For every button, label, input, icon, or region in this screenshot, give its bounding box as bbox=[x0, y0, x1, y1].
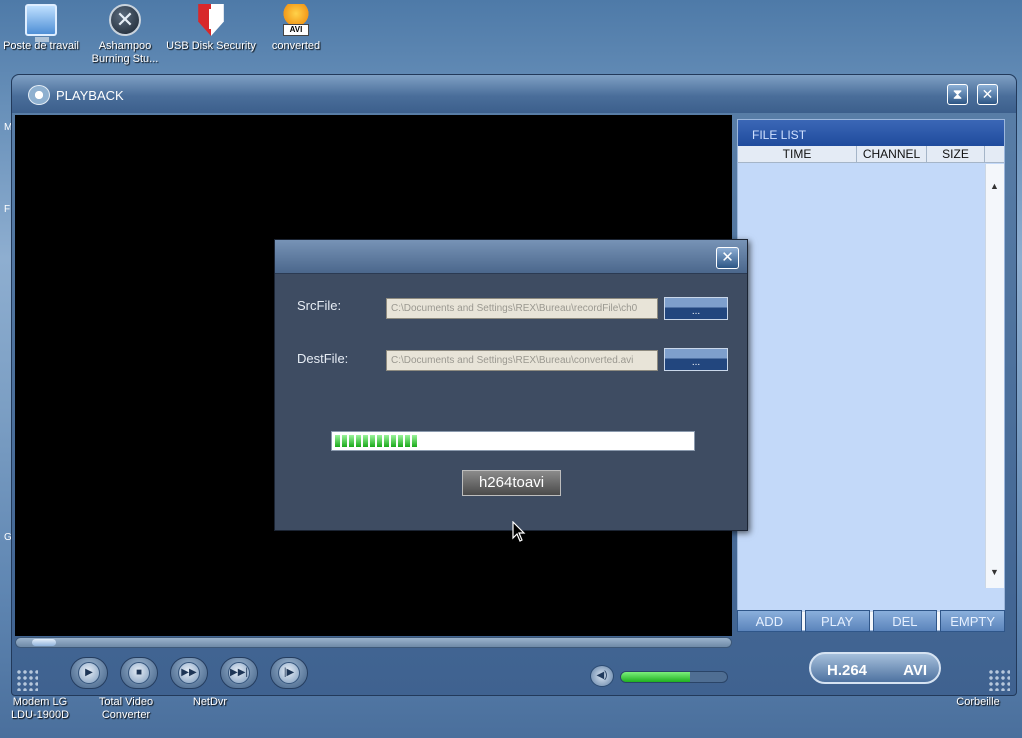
progress-segment bbox=[370, 435, 375, 447]
column-time[interactable]: TIME bbox=[738, 146, 857, 162]
column-size[interactable]: SIZE bbox=[927, 146, 985, 162]
desktop-icon-label: Ashampoo Burning Stu... bbox=[91, 40, 159, 65]
dest-browse-button[interactable]: ... bbox=[664, 348, 728, 371]
seek-knob[interactable] bbox=[31, 639, 56, 646]
progress-segment bbox=[342, 435, 347, 447]
desktop-label-netdvr[interactable]: NetDvr bbox=[178, 696, 242, 709]
progress-segment bbox=[356, 435, 361, 447]
resize-grip-left bbox=[16, 669, 38, 691]
progress-segment bbox=[412, 435, 417, 447]
progress-segment bbox=[384, 435, 389, 447]
ashampoo-icon: ✕ bbox=[109, 4, 141, 36]
dialog-titlebar[interactable]: ✕ bbox=[275, 240, 747, 274]
window-title: PLAYBACK bbox=[56, 88, 124, 103]
progress-segment bbox=[398, 435, 403, 447]
desktop-icon-converted[interactable]: AVI converted bbox=[251, 4, 341, 53]
convert-dialog: ✕ SrcFile: C:\Documents and Settings\REX… bbox=[274, 239, 748, 531]
avi-badge: AVI bbox=[283, 24, 309, 36]
window-titlebar[interactable]: PLAYBACK ⧗ ✕ bbox=[12, 75, 1016, 113]
progress-segment bbox=[335, 435, 340, 447]
skip-forward-icon: ▶▶| bbox=[228, 662, 250, 684]
desktop-label-corbeille[interactable]: Corbeille bbox=[946, 696, 1010, 709]
resize-grip-right[interactable] bbox=[988, 669, 1010, 691]
desktop-icon-usb-security[interactable]: USB Disk Security bbox=[166, 4, 256, 53]
shield-icon bbox=[198, 4, 224, 36]
play-file-button[interactable]: PLAY bbox=[804, 610, 870, 632]
src-file-label: SrcFile: bbox=[297, 298, 342, 313]
speaker-icon[interactable]: ◀) bbox=[590, 665, 614, 687]
desktop-icon-ashampoo[interactable]: ✕ Ashampoo Burning Stu... bbox=[80, 4, 170, 66]
desktop-label-modem[interactable]: Modem LG LDU-1900D bbox=[4, 696, 76, 722]
mouse-cursor-icon bbox=[512, 521, 526, 542]
computer-icon bbox=[25, 4, 57, 42]
converter-source-label: H.264 bbox=[827, 662, 868, 679]
progress-segment bbox=[363, 435, 368, 447]
fast-forward-icon: ▶▶ bbox=[178, 662, 200, 684]
desktop-label-total-video[interactable]: Total Video Converter bbox=[90, 696, 162, 722]
file-list-panel: FILE LIST TIME CHANNEL SIZE ▲ ▼ ◀ ▶ bbox=[737, 119, 1005, 631]
stop-icon: ■ bbox=[128, 662, 150, 684]
converter-target-label: AVI bbox=[903, 662, 927, 679]
file-list-header: TIME CHANNEL SIZE bbox=[738, 146, 1004, 163]
empty-button[interactable]: EMPTY bbox=[940, 610, 1005, 632]
delete-button[interactable]: DEL bbox=[872, 610, 938, 632]
file-list-title: FILE LIST bbox=[738, 120, 1004, 146]
h264-to-avi-button[interactable]: H.264 AVI bbox=[809, 652, 941, 684]
conversion-progress-bar bbox=[331, 431, 695, 451]
desktop-icon-label: converted bbox=[271, 40, 321, 52]
scroll-down-arrow-icon[interactable]: ▼ bbox=[986, 564, 1003, 581]
minimize-button[interactable]: ⧗ bbox=[947, 84, 968, 105]
desktop-icon-poste[interactable]: Poste de travail bbox=[0, 4, 86, 53]
progress-segment bbox=[377, 435, 382, 447]
seek-bar[interactable] bbox=[15, 637, 732, 648]
volume-fill bbox=[621, 672, 690, 682]
progress-segment bbox=[391, 435, 396, 447]
dest-file-field[interactable]: C:\Documents and Settings\REX\Bureau\con… bbox=[386, 350, 658, 371]
avi-file-icon: AVI bbox=[280, 4, 312, 36]
desktop-icon-label: USB Disk Security bbox=[166, 40, 256, 52]
step-forward-icon: |▶ bbox=[278, 662, 300, 684]
file-list-buttons: ADD PLAY DEL EMPTY bbox=[737, 610, 1005, 632]
column-channel[interactable]: CHANNEL bbox=[857, 146, 927, 162]
progress-segment bbox=[349, 435, 354, 447]
h264toavi-button[interactable]: h264toavi bbox=[462, 470, 561, 496]
scroll-up-arrow-icon[interactable]: ▲ bbox=[986, 178, 1003, 195]
src-file-field[interactable]: C:\Documents and Settings\REX\Bureau\rec… bbox=[386, 298, 658, 319]
dest-file-label: DestFile: bbox=[297, 351, 349, 366]
close-button[interactable]: ✕ bbox=[977, 84, 998, 105]
step-button[interactable]: |▶ bbox=[270, 657, 308, 689]
next-button[interactable]: ▶▶| bbox=[220, 657, 258, 689]
src-browse-button[interactable]: ... bbox=[664, 297, 728, 320]
vertical-scrollbar[interactable]: ▲ ▼ bbox=[985, 164, 1004, 588]
dialog-close-button[interactable]: ✕ bbox=[716, 247, 739, 269]
play-icon: ▶ bbox=[78, 662, 100, 684]
edge-letter-f: F bbox=[4, 204, 11, 215]
volume-slider[interactable] bbox=[620, 671, 728, 683]
add-button[interactable]: ADD bbox=[737, 610, 802, 632]
film-reel-icon bbox=[28, 85, 50, 105]
play-button[interactable]: ▶ bbox=[70, 657, 108, 689]
progress-segment bbox=[405, 435, 410, 447]
stop-button[interactable]: ■ bbox=[120, 657, 158, 689]
fast-forward-button[interactable]: ▶▶ bbox=[170, 657, 208, 689]
